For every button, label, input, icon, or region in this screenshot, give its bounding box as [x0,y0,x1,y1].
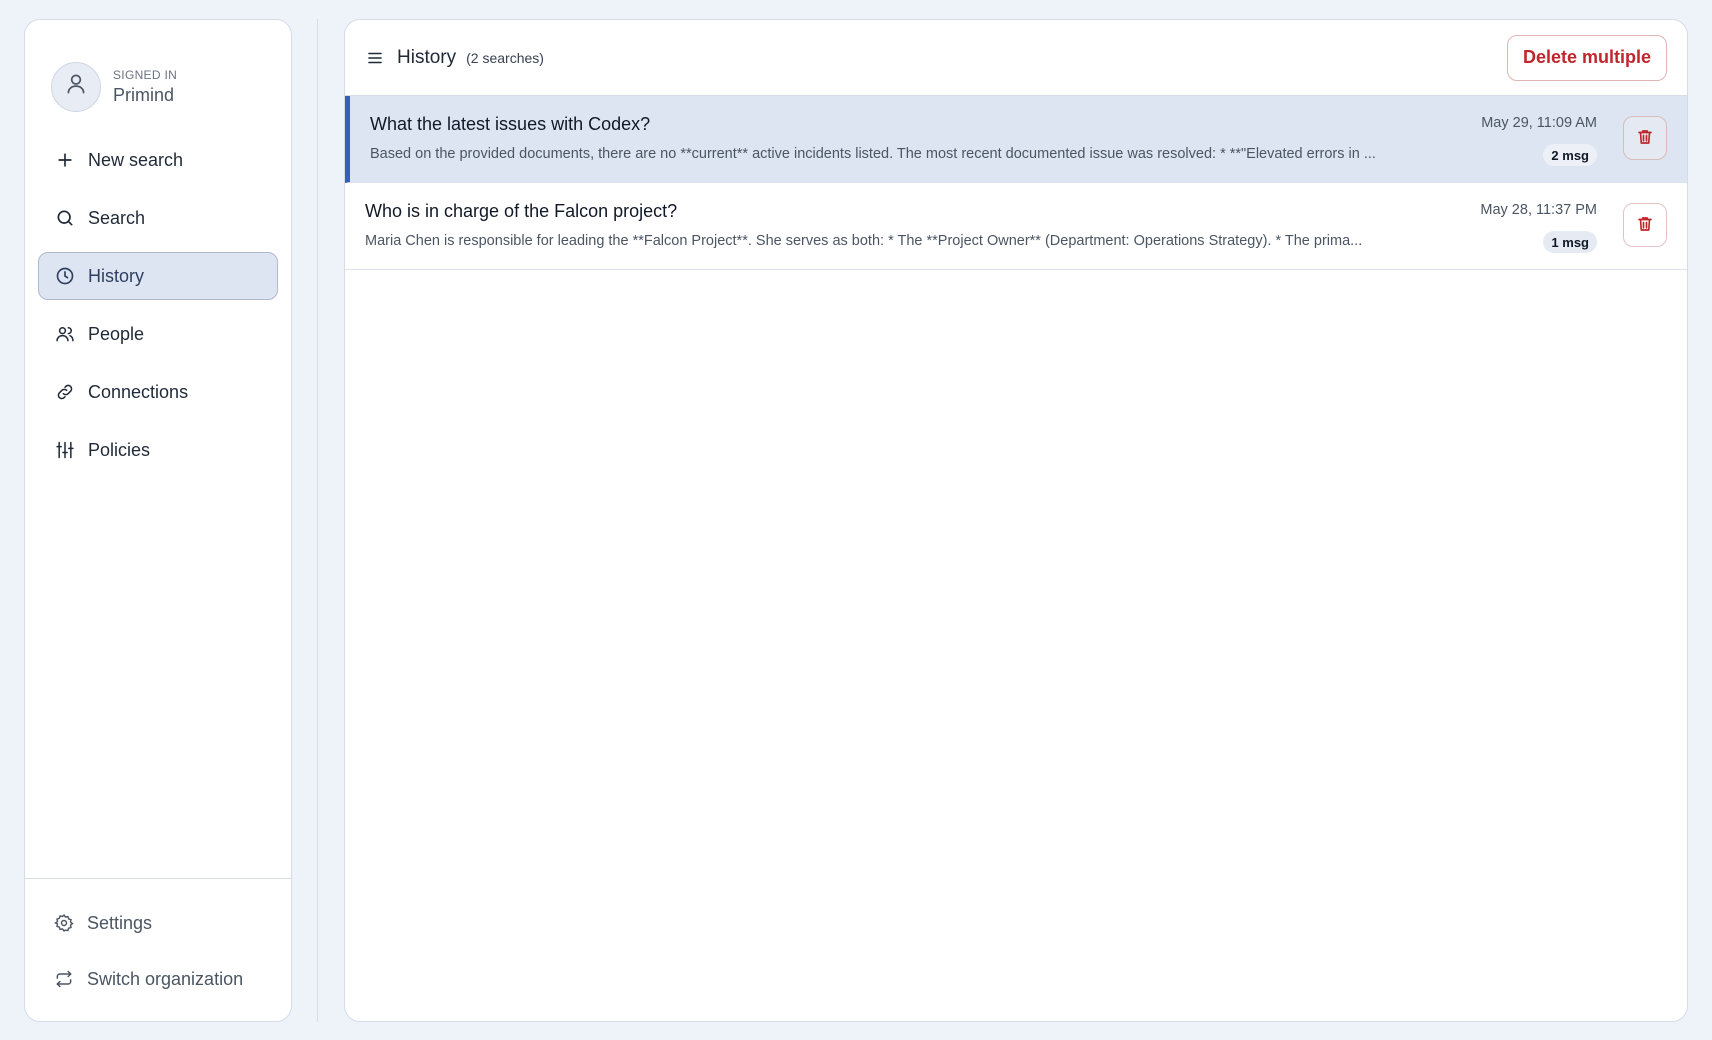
sidebar-item-label: Search [88,207,146,228]
delete-multiple-button[interactable]: Delete multiple [1506,34,1667,81]
history-item-date: May 28, 11:37 PM [1480,202,1597,218]
sidebar-item-connections[interactable]: Connections [38,368,278,416]
sidebar-item-label: People [88,323,145,344]
history-item[interactable]: What the latest issues with Codex? Based… [345,96,1687,183]
menu-icon[interactable] [365,48,385,68]
sidebar-item-people[interactable]: People [38,310,278,358]
switch-organization-button[interactable]: Switch organization [38,955,278,1003]
sidebar-item-label: History [88,265,145,286]
trash-icon [1636,128,1654,149]
history-item-title: What the latest issues with Codex? [370,114,651,134]
sliders-icon [54,439,76,461]
clock-icon [54,265,76,287]
plus-icon [54,149,76,171]
message-count-badge: 1 msg [1543,231,1597,253]
trash-icon [1636,215,1654,236]
avatar[interactable] [51,61,101,112]
user-block: SIGNED IN Primind [25,20,291,126]
sidebar-nav: New search Search History People Connect… [25,126,291,484]
sidebar-item-new-search[interactable]: New search [38,136,278,184]
history-item-title: Who is in charge of the Falcon project? [365,201,678,221]
link-icon [54,381,76,403]
history-header: History (2 searches) Delete multiple [345,20,1687,96]
history-item-snippet: Maria Chen is responsible for leading th… [365,233,1363,249]
delete-history-button[interactable] [1623,116,1667,160]
sidebar-bottom: Settings Switch organization [25,878,291,1021]
signed-in-label: SIGNED IN [113,67,178,82]
sidebar-item-label: New search [88,149,184,170]
history-item-date: May 29, 11:09 AM [1481,115,1597,131]
switch-icon [53,968,75,990]
search-count: (2 searches) [466,49,544,66]
message-count-badge: 2 msg [1543,144,1597,166]
history-panel: History (2 searches) Delete multiple Wha… [344,19,1688,1022]
history-item-snippet: Based on the provided documents, there a… [370,146,1376,162]
gear-icon [53,912,75,934]
page-title: History [397,46,457,68]
user-icon [63,71,89,102]
people-icon [54,323,76,345]
sidebar-item-policies[interactable]: Policies [38,426,278,474]
sidebar-item-search[interactable]: Search [38,194,278,242]
settings-label: Settings [87,912,153,933]
sidebar-item-label: Connections [88,381,189,402]
settings-button[interactable]: Settings [38,899,278,947]
sidebar: SIGNED IN Primind New search Search Hist… [24,19,292,1022]
history-item[interactable]: Who is in charge of the Falcon project? … [345,183,1687,270]
switch-organization-label: Switch organization [87,968,244,989]
delete-history-button[interactable] [1623,203,1667,247]
sidebar-item-label: Policies [88,439,151,460]
search-icon [54,207,76,229]
sidebar-item-history[interactable]: History [38,252,278,300]
user-name: Primind [113,84,175,105]
panel-divider [317,19,318,1022]
